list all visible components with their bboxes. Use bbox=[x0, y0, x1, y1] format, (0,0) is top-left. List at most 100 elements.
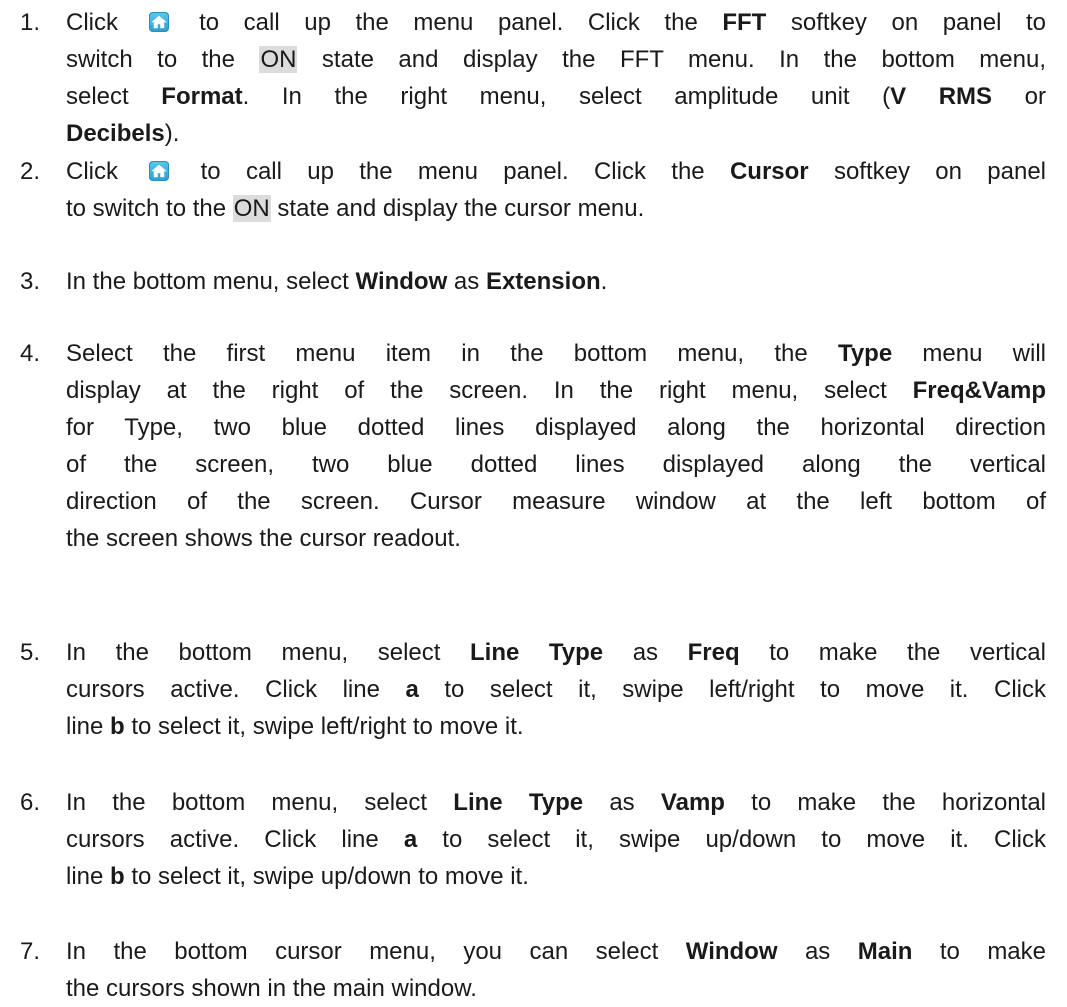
text-line: line b to select it, swipe left/right to… bbox=[66, 708, 1046, 745]
bold-term: Vamp bbox=[660, 789, 725, 816]
bold-term: b bbox=[110, 863, 125, 890]
text-run: to make the vertical bbox=[739, 639, 1046, 666]
text-run: to make the horizontal bbox=[724, 789, 1046, 816]
highlighted-state: ON bbox=[232, 195, 271, 222]
step-number: 6. bbox=[20, 789, 41, 816]
text-run: to call up the menu panel. Click the bbox=[174, 9, 723, 36]
text-run: for Type, two blue dotted lines displaye… bbox=[66, 414, 1046, 441]
text-line: Click to call up the menu panel. Click t… bbox=[66, 4, 1046, 41]
text-run: line bbox=[66, 863, 111, 890]
text-run: the cursors shown in the main window. bbox=[66, 975, 477, 1002]
text-line: In the bottom cursor menu, you can selec… bbox=[66, 933, 1046, 970]
text-line: for Type, two blue dotted lines displaye… bbox=[66, 409, 1046, 446]
text-run: as bbox=[447, 268, 486, 295]
text-run: to select it, swipe up/down to move it. bbox=[124, 863, 529, 890]
text-run: direction of the screen. Cursor measure … bbox=[66, 488, 1046, 515]
bold-term: a bbox=[405, 676, 419, 703]
text-run: line bbox=[66, 713, 111, 740]
text-run: In the bottom menu, select bbox=[66, 639, 470, 666]
step-number: 2. bbox=[20, 158, 41, 185]
bold-term: FFT bbox=[722, 9, 767, 36]
text-run: to select it, swipe left/right to move i… bbox=[418, 676, 1046, 703]
bold-term: Cursor bbox=[729, 158, 809, 185]
text-run: menu will bbox=[892, 340, 1047, 367]
bold-term: Line Type bbox=[469, 639, 604, 666]
text-run: select bbox=[66, 83, 162, 110]
step-number: 1. bbox=[20, 9, 41, 36]
text-line: In the bottom menu, select Window as Ext… bbox=[66, 263, 1046, 300]
text-run: to switch to the bbox=[66, 195, 233, 222]
text-run: Select the first menu item in the bottom… bbox=[66, 340, 838, 367]
text-line: the screen shows the cursor readout. bbox=[66, 520, 1046, 557]
step-text: In the bottom menu, select Line Type as … bbox=[66, 784, 1046, 895]
step-text: In the bottom menu, select Window as Ext… bbox=[66, 263, 1046, 300]
text-line: display at the right of the screen. In t… bbox=[66, 372, 1046, 409]
text-run: cursors active. Click line bbox=[66, 676, 406, 703]
text-run: to select it, swipe left/right to move i… bbox=[124, 713, 524, 740]
text-run: . bbox=[600, 268, 608, 295]
step-text: Click to call up the menu panel. Click t… bbox=[66, 153, 1046, 227]
text-line: cursors active. Click line a to select i… bbox=[66, 821, 1046, 858]
step-text: In the bottom cursor menu, you can selec… bbox=[66, 933, 1046, 1007]
step-text: Click to call up the menu panel. Click t… bbox=[66, 4, 1046, 152]
bold-term: Decibels bbox=[66, 120, 165, 147]
text-run: the screen shows the cursor readout. bbox=[66, 525, 461, 552]
text-run: Click bbox=[66, 158, 144, 185]
text-run: softkey on panel to bbox=[766, 9, 1046, 36]
bold-term: Freq bbox=[687, 639, 740, 666]
text-run: state and display the FFT menu. In the b… bbox=[297, 46, 1047, 73]
bold-term: V RMS bbox=[890, 83, 993, 110]
bold-term: Type bbox=[837, 340, 893, 367]
highlighted-state: ON bbox=[259, 46, 298, 73]
text-run: In the bottom cursor menu, you can selec… bbox=[66, 938, 686, 965]
text-run: . In the right menu, select amplitude un… bbox=[242, 83, 891, 110]
bold-term: Window bbox=[355, 268, 448, 295]
text-run: to make bbox=[912, 938, 1047, 965]
text-run: state and display the cursor menu. bbox=[270, 195, 645, 222]
text-line: to switch to the ON state and display th… bbox=[66, 190, 1046, 227]
text-line: line b to select it, swipe up/down to mo… bbox=[66, 858, 1046, 895]
text-line: Click to call up the menu panel. Click t… bbox=[66, 153, 1046, 190]
text-run: to call up the menu panel. Click the bbox=[175, 158, 730, 185]
step-number: 4. bbox=[20, 340, 41, 367]
text-line: Select the first menu item in the bottom… bbox=[66, 335, 1046, 372]
step-text: Select the first menu item in the bottom… bbox=[66, 335, 1046, 557]
text-line: Decibels). bbox=[66, 115, 1046, 152]
bold-term: a bbox=[403, 826, 418, 853]
text-run: as bbox=[777, 938, 858, 965]
bold-term: b bbox=[110, 713, 125, 740]
bold-term: Line Type bbox=[453, 789, 584, 816]
text-run: Click bbox=[66, 9, 143, 36]
bold-term: Window bbox=[685, 938, 778, 965]
text-run: to select it, swipe up/down to move it. … bbox=[417, 826, 1046, 853]
text-run: cursors active. Click line bbox=[66, 826, 404, 853]
text-run: ). bbox=[164, 120, 180, 147]
bold-term: Format bbox=[161, 83, 243, 110]
step-text: In the bottom menu, select Line Type as … bbox=[66, 634, 1046, 745]
text-line: select Format. In the right menu, select… bbox=[66, 78, 1046, 115]
text-run: In the bottom menu, select bbox=[66, 789, 454, 816]
bold-term: Freq&Vamp bbox=[912, 377, 1046, 404]
text-run: In the bottom menu, select bbox=[66, 268, 356, 295]
bold-term: Main bbox=[857, 938, 913, 965]
home-icon bbox=[148, 12, 169, 32]
text-line: In the bottom menu, select Line Type as … bbox=[66, 634, 1046, 671]
text-line: direction of the screen. Cursor measure … bbox=[66, 483, 1046, 520]
text-line: the cursors shown in the main window. bbox=[66, 970, 1046, 1007]
text-line: cursors active. Click line a to select i… bbox=[66, 671, 1046, 708]
text-run: as bbox=[603, 639, 688, 666]
text-run: softkey on panel bbox=[808, 158, 1047, 185]
text-run: switch to the bbox=[66, 46, 260, 73]
text-run: display at the right of the screen. In t… bbox=[66, 377, 913, 404]
text-line: In the bottom menu, select Line Type as … bbox=[66, 784, 1046, 821]
text-run: as bbox=[583, 789, 661, 816]
text-line: of the screen, two blue dotted lines dis… bbox=[66, 446, 1046, 483]
text-run: or bbox=[992, 83, 1046, 110]
bold-term: Extension bbox=[485, 268, 601, 295]
step-number: 3. bbox=[20, 268, 41, 295]
text-run: of the screen, two blue dotted lines dis… bbox=[66, 451, 1046, 478]
step-number: 5. bbox=[20, 639, 41, 666]
text-line: switch to the ON state and display the F… bbox=[66, 41, 1046, 78]
step-number: 7. bbox=[20, 938, 41, 965]
home-icon bbox=[149, 161, 170, 181]
